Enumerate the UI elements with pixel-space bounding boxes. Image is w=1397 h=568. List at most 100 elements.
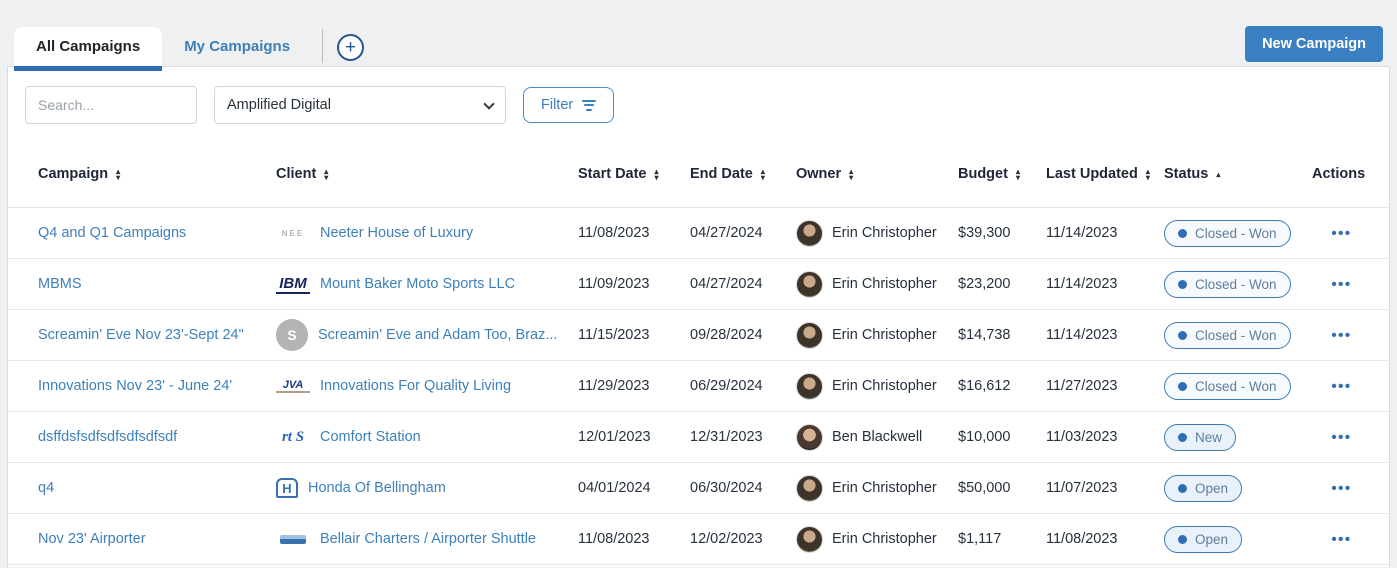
column-header-label: End Date [690,165,753,184]
column-header-label: Owner [796,165,841,184]
owner-avatar [796,373,823,400]
new-campaign-button[interactable]: New Campaign [1245,26,1383,62]
last-updated: 11/14/2023 [1046,225,1164,241]
campaigns-panel: Amplified Digital Filter Campaign▴▾Clien… [7,66,1390,567]
table-row[interactable]: q4HHonda Of Bellingham04/01/202406/30/20… [8,463,1389,514]
client-logo: rt S [276,429,310,446]
campaign-link[interactable]: dsffdsfsdfsdfsdfsdfsdf [38,429,177,445]
sort-icon: ▴▾ [324,169,328,181]
client-logo: JVA [276,379,310,393]
plus-icon: + [345,38,356,57]
publisher-select[interactable]: Amplified Digital [214,86,506,124]
client-link[interactable]: Mount Baker Moto Sports LLC [320,276,515,292]
client-link[interactable]: Screamin' Eve and Adam Too, Braz... [318,327,557,343]
status-dot-icon [1178,382,1187,391]
sort-asc-icon: ▴ [1216,172,1220,178]
row-actions-menu-button[interactable]: ••• [1331,480,1351,497]
column-header-label: Campaign [38,165,108,184]
column-header-status[interactable]: Status▴ [1164,165,1312,184]
owner-avatar [796,271,823,298]
end-date: 06/29/2024 [690,378,796,394]
table-row[interactable]: Nov 23' Airporter Bellair Charters / Airp… [8,514,1389,565]
filter-button-label: Filter [541,97,573,113]
row-actions-menu-button[interactable]: ••• [1331,276,1351,293]
column-header-end-date[interactable]: End Date ▴▾ [690,165,796,184]
campaign-link[interactable]: Innovations Nov 23' - June 24' [38,378,232,394]
sort-icon: ▴▾ [761,169,765,181]
start-date: 04/01/2024 [578,480,690,496]
column-header-client[interactable]: Client▴▾ [276,165,578,184]
campaign-link[interactable]: q4 [38,480,54,496]
owner-name: Erin Christopher [832,225,937,241]
status-dot-icon [1178,433,1187,442]
owner-name: Erin Christopher [832,378,937,394]
status-dot-icon [1178,535,1187,544]
campaign-link[interactable]: Screamin' Eve Nov 23'-Sept 24" [38,327,244,343]
status-dot-icon [1178,331,1187,340]
column-header-campaign[interactable]: Campaign ▴▾ [38,165,276,184]
budget: $10,000 [958,429,1046,445]
campaign-link[interactable]: MBMS [38,276,82,292]
client-link[interactable]: Comfort Station [320,429,421,445]
table-row[interactable]: dsffdsfsdfsdfsdfsdfsdf rt S Comfort Statio… [8,412,1389,463]
row-actions-menu-button[interactable]: ••• [1331,429,1351,446]
table-row[interactable]: Innovations Nov 23' - June 24' JVA Innovat… [8,361,1389,412]
status-badge: Closed - Won [1164,271,1291,298]
last-updated: 11/03/2023 [1046,429,1164,445]
row-actions-menu-button[interactable]: ••• [1331,378,1351,395]
campaign-link[interactable]: Nov 23' Airporter [38,531,146,547]
table-body: Q4 and Q1 Campaigns NEE Neeter House of Lu… [8,208,1389,565]
column-header-start-date[interactable]: Start Date▴▾ [578,165,690,184]
row-actions-menu-button[interactable]: ••• [1331,327,1351,344]
table-row[interactable]: MBMSIBMMount Baker Moto Sports LLC11/09/… [8,259,1389,310]
client-link[interactable]: Neeter House of Luxury [320,225,473,241]
column-header-label: Budget [958,165,1008,184]
budget: $23,200 [958,276,1046,292]
column-header-budget[interactable]: Budget▴▾ [958,165,1046,184]
client-logo: NEE [276,229,310,238]
start-date: 11/08/2023 [578,531,690,547]
client-logo: H [276,478,298,498]
client-logo [276,535,310,544]
budget: $39,300 [958,225,1046,241]
start-date: 11/29/2023 [578,378,690,394]
tab-divider [322,29,323,63]
table-row[interactable]: Q4 and Q1 Campaigns NEE Neeter House of Lu… [8,208,1389,259]
tab-my-campaigns[interactable]: My Campaigns [162,27,312,66]
owner-avatar [796,475,823,502]
column-header-last-updated[interactable]: Last Updated ▴▾ [1046,165,1164,184]
column-header-label: Start Date [578,165,647,184]
budget: $1,117 [958,531,1046,547]
column-header-label: Last Updated [1046,165,1138,184]
client-link[interactable]: Honda Of Bellingham [308,480,446,496]
sort-icon: ▴▾ [1146,169,1150,181]
end-date: 12/02/2023 [690,531,796,547]
campaign-link[interactable]: Q4 and Q1 Campaigns [38,225,186,241]
budget: $14,738 [958,327,1046,343]
row-actions-menu-button[interactable]: ••• [1331,531,1351,548]
end-date: 04/27/2024 [690,225,796,241]
search-input[interactable] [25,86,197,124]
table-row[interactable]: Screamin' Eve Nov 23'-Sept 24"SScreamin'… [8,310,1389,361]
owner-name: Erin Christopher [832,276,937,292]
tab-all-campaigns[interactable]: All Campaigns [14,27,162,66]
filter-button[interactable]: Filter [523,87,614,123]
status-badge: Closed - Won [1164,322,1291,349]
publisher-select-wrap: Amplified Digital [214,86,506,124]
owner-name: Erin Christopher [832,531,937,547]
client-link[interactable]: Bellair Charters / Airporter Shuttle [320,531,536,547]
end-date: 09/28/2024 [690,327,796,343]
row-actions-menu-button[interactable]: ••• [1331,225,1351,242]
owner-avatar [796,526,823,553]
sort-icon: ▴▾ [849,169,853,181]
status-dot-icon [1178,484,1187,493]
column-header-owner[interactable]: Owner ▴▾ [796,165,958,184]
owner-avatar [796,220,823,247]
last-updated: 11/27/2023 [1046,378,1164,394]
sort-icon: ▴▾ [116,169,120,181]
client-link[interactable]: Innovations For Quality Living [320,378,511,394]
client-logo: IBM [276,275,310,294]
add-tab-button[interactable]: + [337,34,364,61]
start-date: 12/01/2023 [578,429,690,445]
budget: $16,612 [958,378,1046,394]
